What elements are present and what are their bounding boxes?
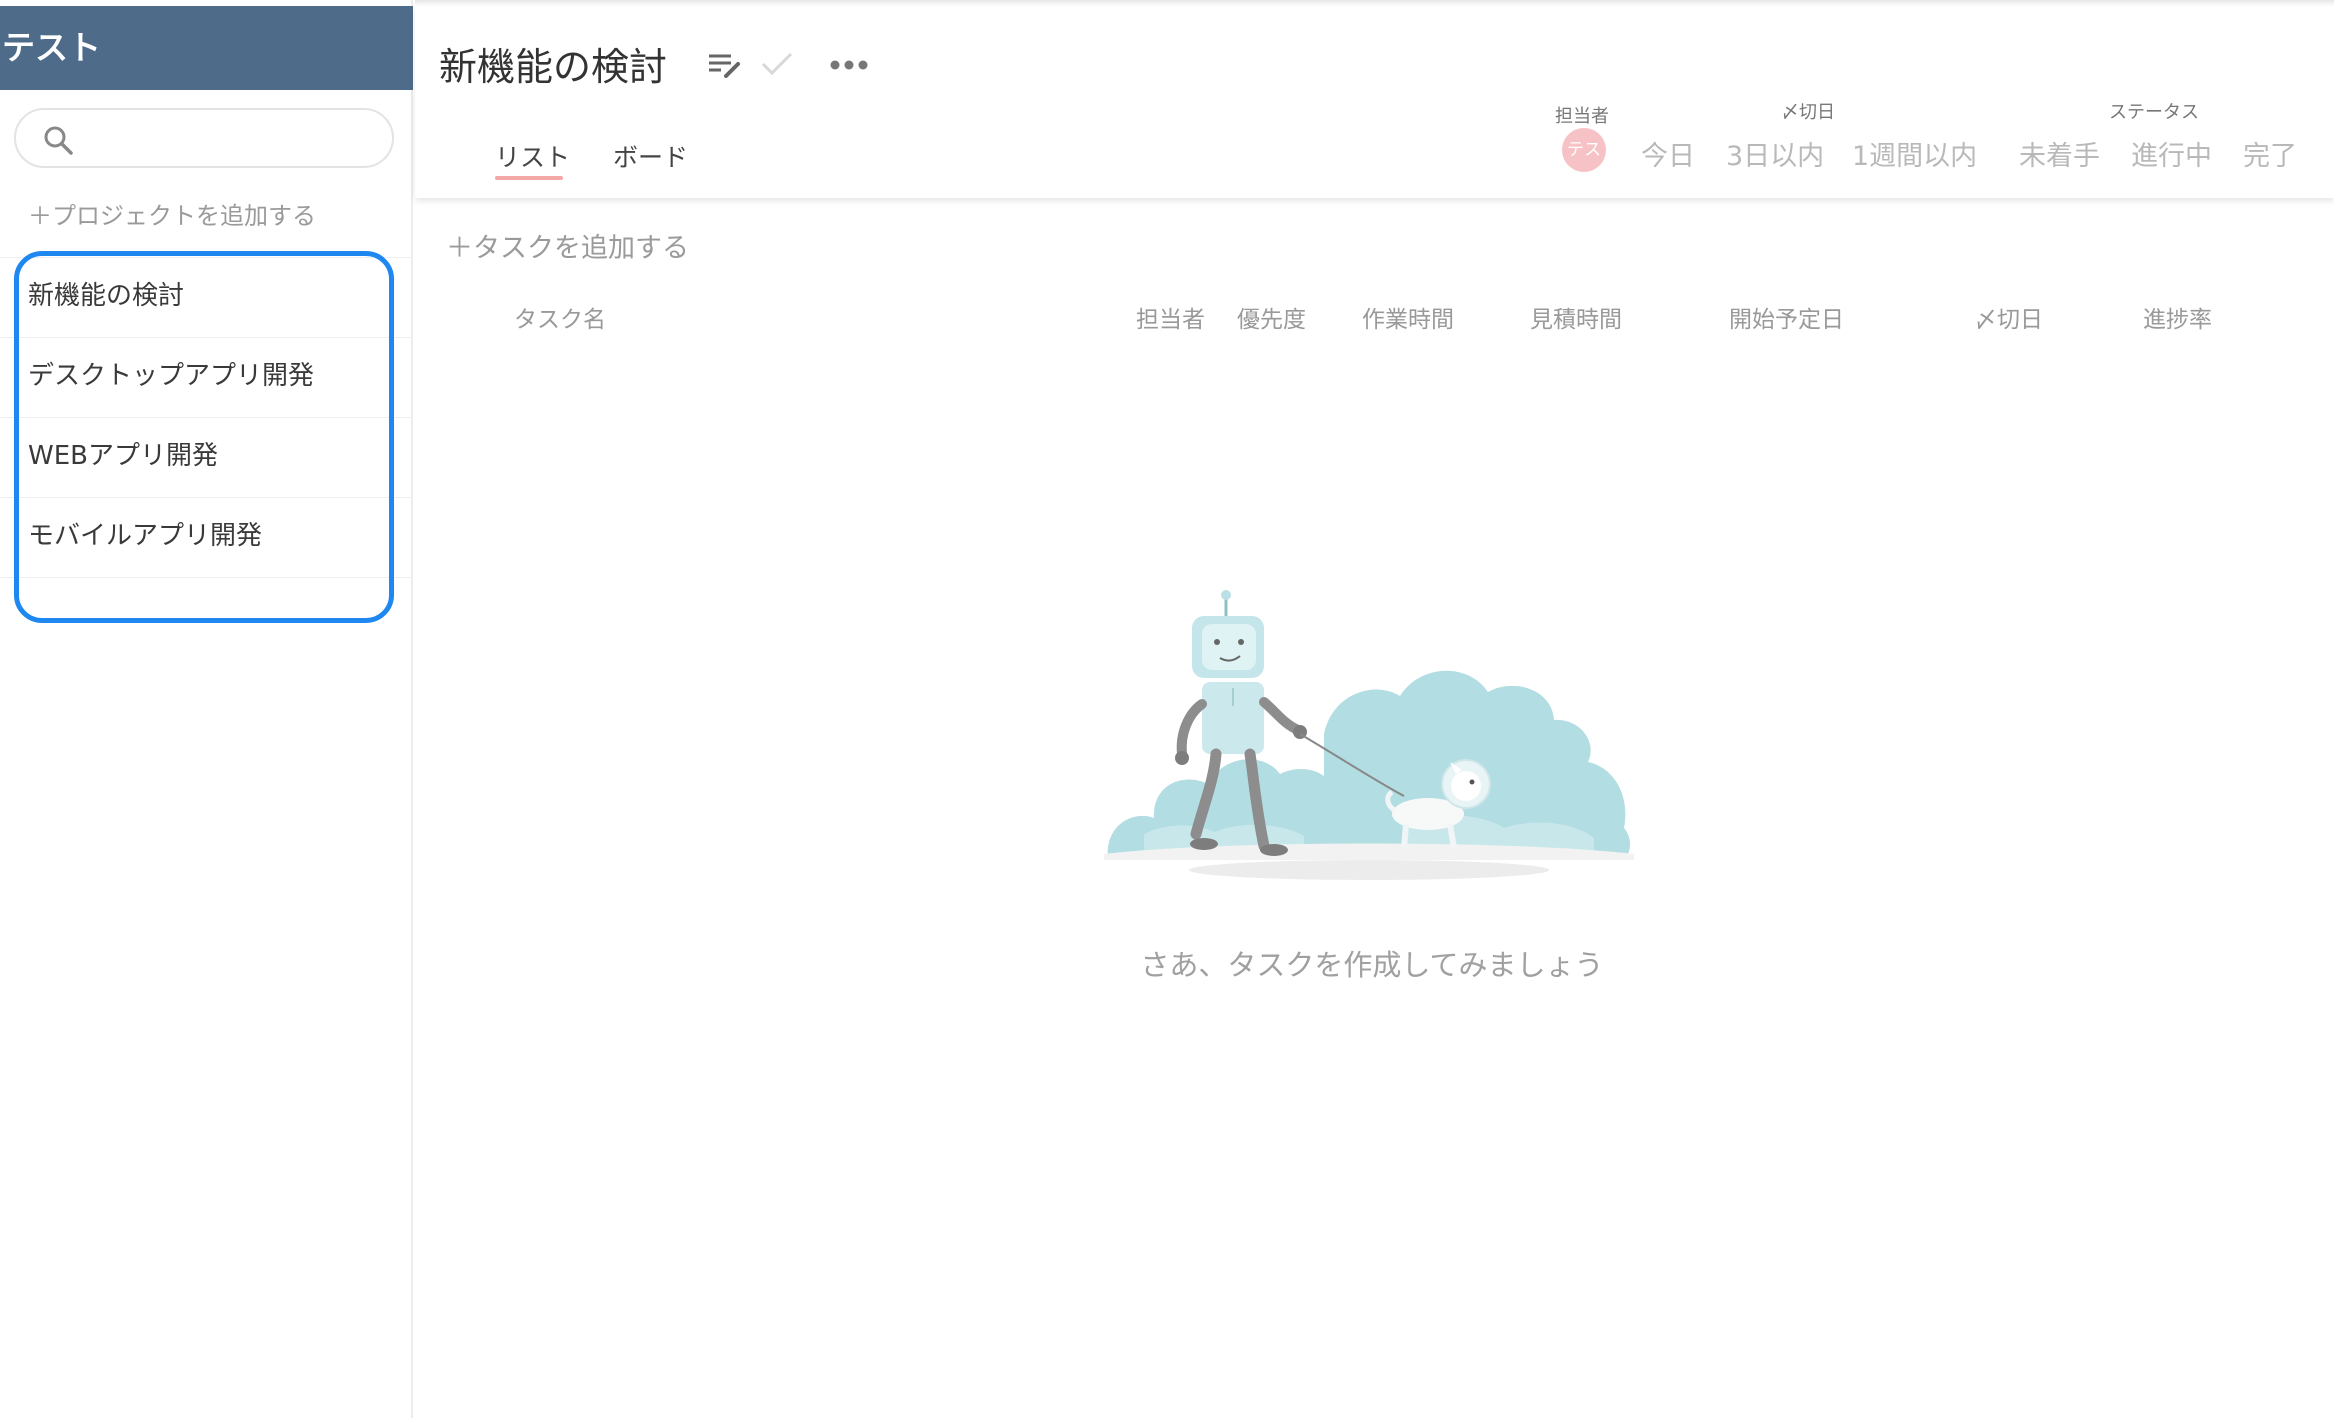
project-item[interactable]: 新機能の検討 [0,257,413,337]
column-header-start-date[interactable]: 開始予定日 [1729,300,1844,334]
deadline-filter-1week[interactable]: 1週間以内 [1852,134,1977,173]
project-header: 新機能の検討 リスト ボード 担当者 テス 〆切日 今日 3日以内 1週間以内 … [415,6,2334,198]
tab-list[interactable]: リスト [495,138,570,174]
project-item[interactable]: WEBアプリ開発 [0,417,413,497]
assignee-avatar[interactable]: テス [1562,128,1606,172]
column-header-estimate[interactable]: 見積時間 [1530,300,1622,334]
project-item[interactable]: デスクトップアプリ開発 [0,337,413,417]
deadline-filter-today[interactable]: 今日 [1641,134,1695,173]
project-list: 新機能の検討 デスクトップアプリ開発 WEBアプリ開発 モバイルアプリ開発 [0,257,413,637]
project-search-input[interactable] [86,118,376,158]
edit-list-icon[interactable] [705,48,745,84]
column-header-task-name[interactable]: タスク名 [514,300,606,334]
robot-walking-dog-illustration [1104,590,1634,880]
empty-state-message: さあ、タスクを作成してみましょう [1140,948,1604,982]
more-icon[interactable] [827,50,871,80]
page-title: 新機能の検討 [439,45,668,89]
check-icon[interactable] [757,46,797,82]
status-filter-not-started[interactable]: 未着手 [2019,134,2100,173]
project-item[interactable]: モバイルアプリ開発 [0,497,413,577]
status-filter-done[interactable]: 完了 [2243,134,2297,173]
project-search-box[interactable] [14,108,394,168]
column-header-work-time[interactable]: 作業時間 [1362,300,1454,334]
deadline-filter-label: 〆切日 [1781,102,1835,123]
app-window: テスト ＋プロジェクトを追加する 新機能の検討 デスクトップアプリ開発 WEBア… [0,0,2334,1418]
add-task-button[interactable]: ＋タスクを追加する [446,226,689,265]
project-list-end [0,577,413,637]
deadline-filter-3days[interactable]: 3日以内 [1726,134,1824,173]
status-filter-in-progress[interactable]: 進行中 [2131,134,2212,173]
status-filter-label: ステータス [2109,102,2199,123]
add-project-button[interactable]: ＋プロジェクトを追加する [28,196,316,231]
column-header-deadline[interactable]: 〆切日 [1974,300,2043,334]
column-header-progress[interactable]: 進捗率 [2143,300,2212,334]
column-header-assignee[interactable]: 担当者 [1136,300,1205,334]
search-icon [44,126,73,155]
assignee-filter-label: 担当者 [1555,106,1609,127]
column-header-priority[interactable]: 優先度 [1237,300,1306,334]
active-tab-indicator [495,176,563,180]
workspace-name[interactable]: テスト [0,6,413,90]
tab-board[interactable]: ボード [613,138,688,174]
sidebar: テスト ＋プロジェクトを追加する 新機能の検討 デスクトップアプリ開発 WEBア… [0,0,413,1418]
